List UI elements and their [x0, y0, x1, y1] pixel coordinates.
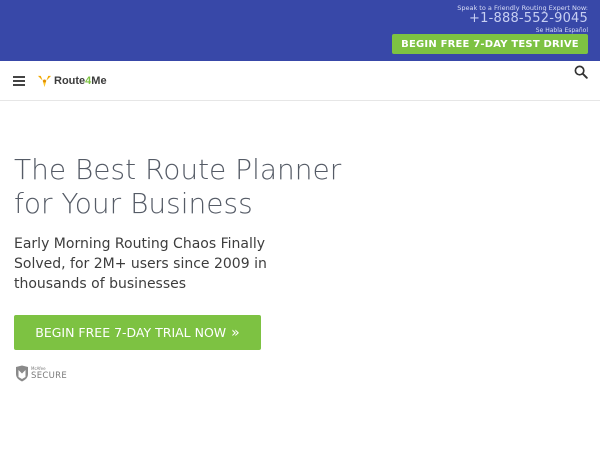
search-icon[interactable]: [574, 65, 588, 79]
hamburger-icon[interactable]: [13, 76, 25, 86]
route4me-logo[interactable]: Route4Me: [37, 72, 107, 90]
navbar: Route4Me: [0, 61, 600, 101]
hero-title: The Best Route Planner for Your Business: [14, 153, 341, 221]
phone-number-link[interactable]: +1-888-552-9045: [469, 11, 588, 26]
top-banner: Speak to a Friendly Routing Expert Now: …: [0, 0, 600, 61]
free-trial-button[interactable]: BEGIN FREE 7-DAY TRIAL NOW »: [14, 315, 261, 350]
route4me-logo-icon: [37, 75, 52, 87]
badge-label: SECURE: [31, 371, 67, 381]
shield-icon: [16, 365, 28, 382]
double-chevron-right-icon: »: [231, 324, 240, 341]
hero-title-line-2: for Your Business: [14, 187, 253, 220]
mcafee-secure-badge: McAfee SECURE: [15, 365, 67, 382]
spanish-support-note: Se Habla Español: [535, 27, 588, 34]
free-trial-button-label: BEGIN FREE 7-DAY TRIAL NOW: [35, 325, 227, 340]
logo-wordmark: Route4Me: [54, 75, 107, 87]
hero-subtitle: Early Morning Routing Chaos Finally Solv…: [14, 236, 267, 292]
test-drive-button[interactable]: BEGIN FREE 7-DAY TEST DRIVE: [392, 34, 588, 54]
hero-title-line-1: The Best Route Planner: [14, 153, 342, 186]
